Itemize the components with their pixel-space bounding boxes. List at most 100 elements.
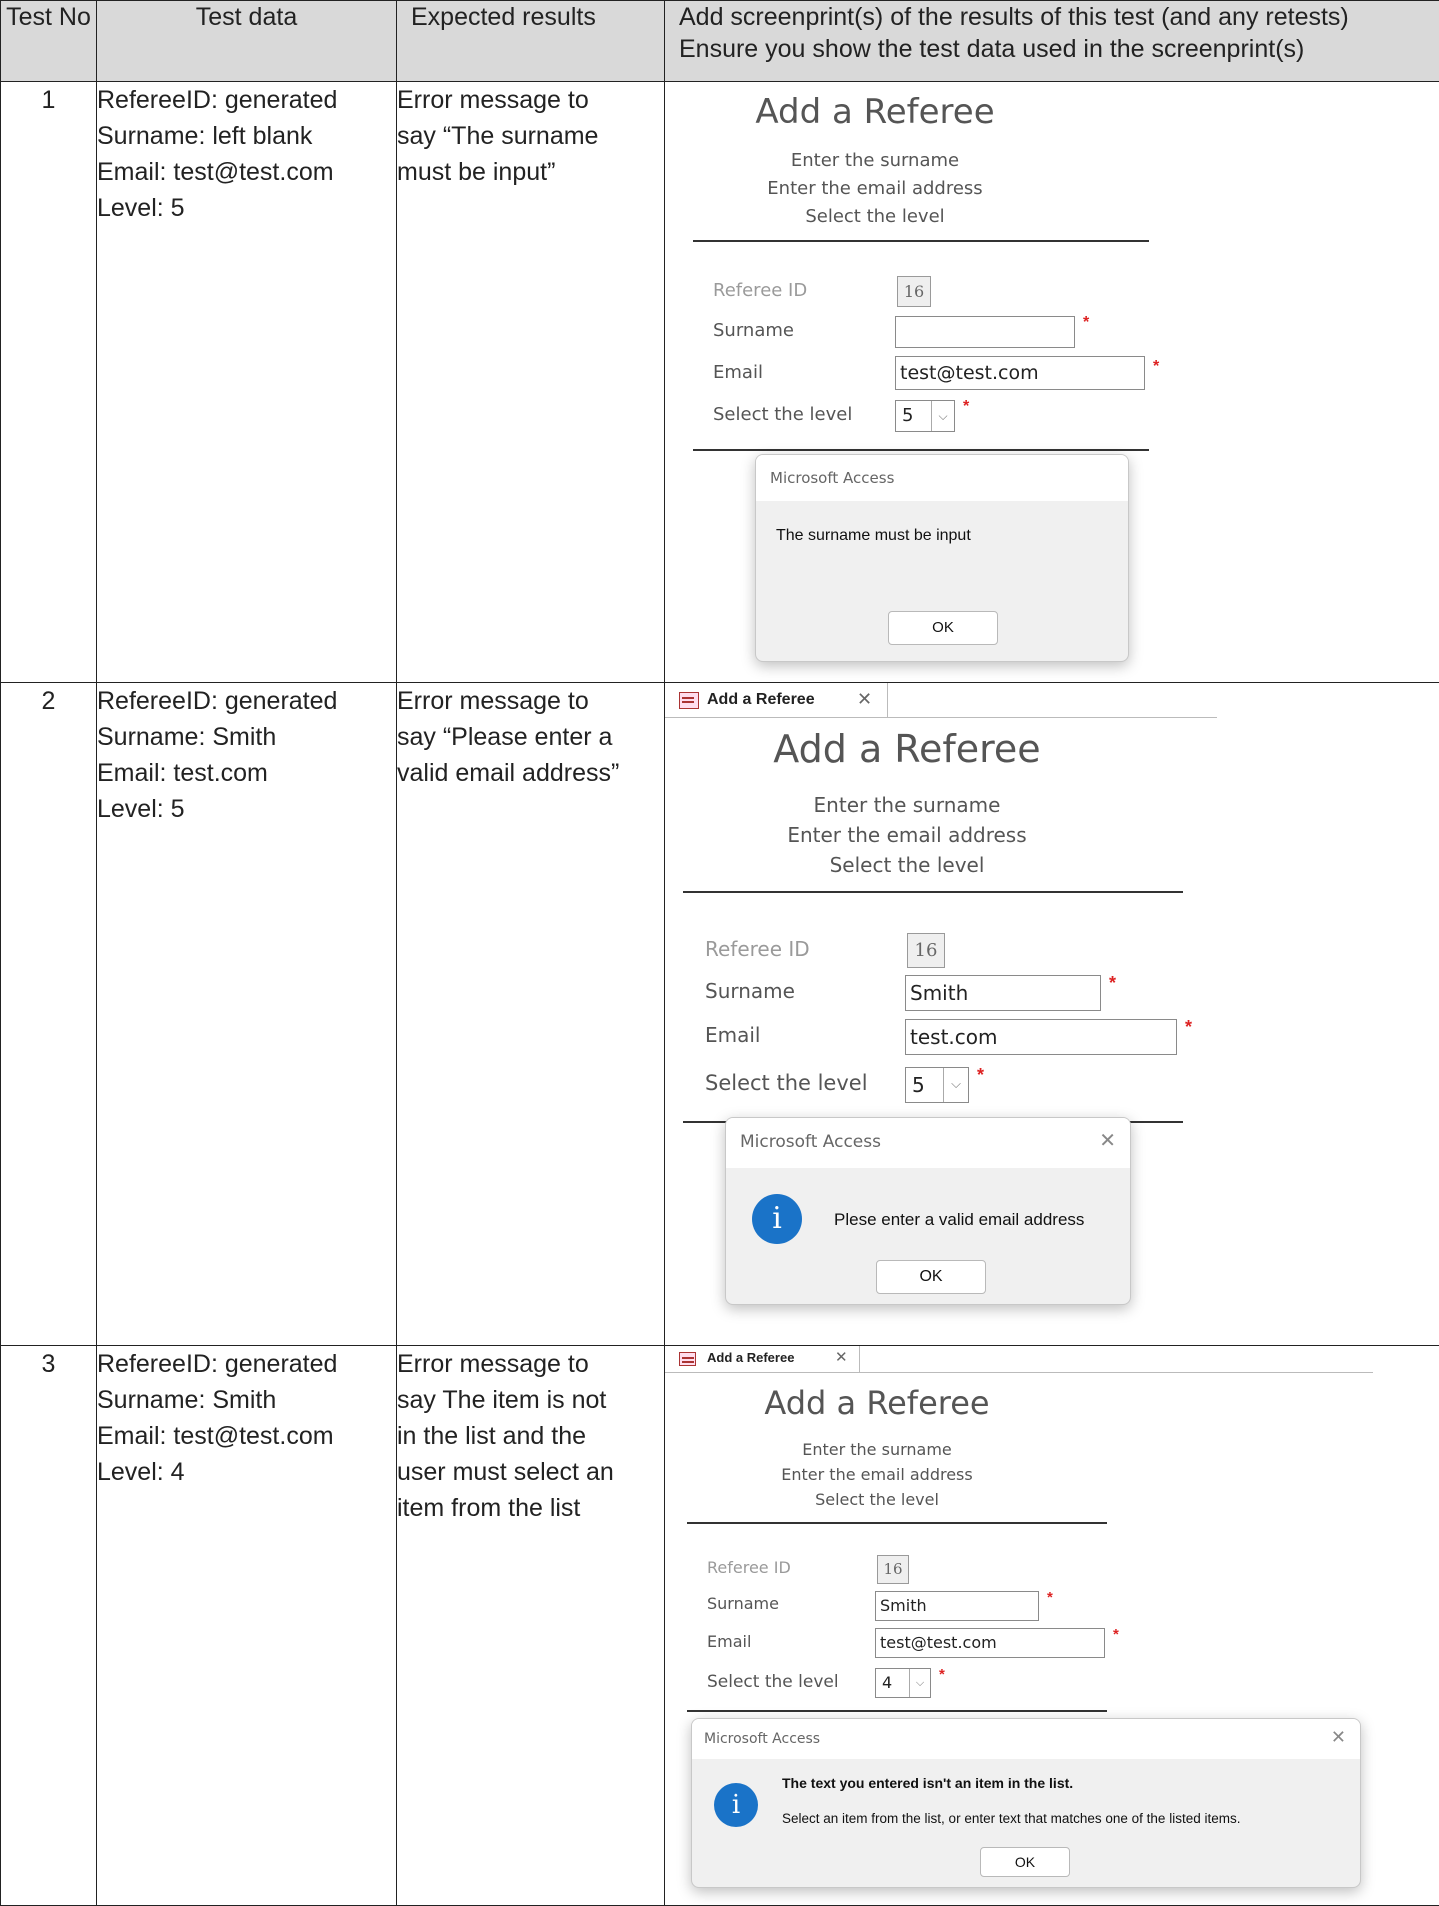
form-divider — [687, 1522, 1107, 1524]
form-instruction: Enter the email address — [725, 823, 1089, 847]
surname-label: Surname — [713, 320, 794, 341]
surname-input[interactable]: Smith — [905, 975, 1101, 1011]
email-label: Email — [713, 362, 763, 383]
form-instruction: Enter the surname — [695, 150, 1055, 171]
dialog-caption: Microsoft Access — [770, 469, 894, 487]
ok-button[interactable]: OK — [980, 1847, 1070, 1877]
dialog-caption: Microsoft Access — [740, 1132, 881, 1152]
test-data-line: RefereeID: generated — [97, 683, 396, 719]
tab-add-a-referee[interactable]: Add a Referee ✕ — [665, 683, 888, 717]
email-label: Email — [707, 1632, 751, 1651]
tab-bar: Add a Referee ✕ — [665, 683, 1217, 718]
dialog-message: Plese enter a valid email address — [834, 1210, 1084, 1230]
expected-results-cell: Error message to say The item is not in … — [397, 1346, 665, 1906]
header-test-no: Test No — [1, 1, 97, 82]
level-select[interactable]: 4 ⌵ — [875, 1668, 931, 1698]
expected-line: say The item is not — [397, 1382, 664, 1418]
test-data-line: Email: test@test.com — [97, 154, 396, 190]
test-number: 3 — [1, 1346, 97, 1906]
referee-id-label: Referee ID — [707, 1558, 791, 1577]
form-title: Add a Referee — [695, 92, 1055, 132]
dialog-message-detail: Select an item from the list, or enter t… — [782, 1811, 1240, 1826]
level-select[interactable]: 5 ⌵ — [895, 400, 955, 432]
expected-line: Error message to — [397, 82, 664, 118]
surname-label: Surname — [707, 1594, 779, 1613]
expected-line: in the list and the — [397, 1418, 664, 1454]
required-marker: * — [1109, 973, 1116, 994]
form-instruction: Select the level — [695, 206, 1055, 227]
required-marker: * — [1153, 358, 1159, 376]
referee-id-field: 16 — [877, 1555, 909, 1584]
table-row: 2 RefereeID: generated Surname: Smith Em… — [1, 683, 1439, 1346]
close-icon[interactable]: ✕ — [1331, 1727, 1346, 1748]
form-divider — [687, 1710, 1107, 1712]
chevron-down-icon[interactable]: ⌵ — [943, 1068, 968, 1102]
form-tab-icon — [679, 692, 699, 709]
email-input[interactable]: test@test.com — [895, 356, 1145, 390]
referee-id-label: Referee ID — [705, 937, 810, 961]
level-value: 5 — [912, 1073, 925, 1097]
close-icon[interactable]: ✕ — [835, 1348, 848, 1366]
chevron-down-icon[interactable]: ⌵ — [931, 401, 954, 431]
expected-line: item from the list — [397, 1490, 664, 1526]
header-screenprint-line2: Ensure you show the test data used in th… — [679, 33, 1439, 65]
info-icon: i — [714, 1783, 758, 1827]
expected-line: Error message to — [397, 683, 664, 719]
test-data-cell: RefereeID: generated Surname: Smith Emai… — [97, 1346, 397, 1906]
test-data-line: Surname: left blank — [97, 118, 396, 154]
form-tab-icon — [679, 1352, 696, 1366]
surname-input[interactable] — [895, 316, 1075, 348]
level-label: Select the level — [707, 1672, 839, 1692]
table-row: 3 RefereeID: generated Surname: Smith Em… — [1, 1346, 1439, 1906]
ok-button[interactable]: OK — [888, 611, 998, 645]
required-marker: * — [1047, 1589, 1053, 1606]
surname-label: Surname — [705, 979, 795, 1003]
test-data-cell: RefereeID: generated Surname: Smith Emai… — [97, 683, 397, 1346]
test-data-line: Level: 4 — [97, 1454, 396, 1490]
screenprint-cell: Add a Referee ✕ Add a Referee Enter the … — [665, 1346, 1439, 1906]
referee-id-label: Referee ID — [713, 280, 807, 301]
ok-button[interactable]: OK — [876, 1260, 986, 1294]
expected-line: say “The surname — [397, 118, 664, 154]
referee-id-field: 16 — [907, 933, 945, 968]
header-screenprint: Add screenprint(s) of the results of thi… — [665, 1, 1439, 82]
dialog-message: The surname must be input — [776, 527, 971, 545]
dialog-message-heading: The text you entered isn't an item in th… — [782, 1775, 1073, 1791]
surname-input[interactable]: Smith — [875, 1591, 1039, 1621]
expected-line: Error message to — [397, 1346, 664, 1382]
screenprint-cell: Add a Referee ✕ Add a Referee Enter the … — [665, 683, 1439, 1346]
form-instruction: Enter the surname — [725, 793, 1089, 817]
level-select[interactable]: 5 ⌵ — [905, 1067, 969, 1103]
required-marker: * — [977, 1065, 984, 1086]
form-instruction: Enter the email address — [705, 1465, 1049, 1484]
required-marker: * — [1083, 314, 1089, 332]
test-data-line: Email: test.com — [97, 755, 396, 791]
email-label: Email — [705, 1023, 761, 1047]
screenprint-cell: Add a Referee Enter the surname Enter th… — [665, 82, 1439, 683]
test-number: 2 — [1, 683, 97, 1346]
email-input[interactable]: test@test.com — [875, 1628, 1105, 1658]
close-icon[interactable]: ✕ — [1099, 1128, 1116, 1152]
screenshot-3: Add a Referee ✕ Add a Referee Enter the … — [665, 1346, 1439, 1906]
expected-results-cell: Error message to say “The surname must b… — [397, 82, 665, 683]
tab-label: Add a Referee — [707, 1350, 794, 1365]
expected-line: valid email address” — [397, 755, 664, 791]
level-label: Select the level — [705, 1071, 868, 1095]
error-dialog: Microsoft Access ✕ i The text you entere… — [691, 1718, 1361, 1888]
close-icon[interactable]: ✕ — [857, 689, 872, 710]
email-input[interactable]: test.com — [905, 1019, 1177, 1055]
required-marker: * — [939, 1666, 945, 1683]
test-data-line: Level: 5 — [97, 190, 396, 226]
form-title: Add a Referee — [705, 1384, 1049, 1422]
screenshot-2: Add a Referee ✕ Add a Referee Enter the … — [665, 683, 1439, 1346]
level-label: Select the level — [713, 404, 852, 425]
test-data-line: Surname: Smith — [97, 719, 396, 755]
table-row: 1 RefereeID: generated Surname: left bla… — [1, 82, 1439, 683]
tab-add-a-referee[interactable]: Add a Referee ✕ — [665, 1346, 860, 1372]
form-divider — [683, 891, 1183, 893]
test-data-line: RefereeID: generated — [97, 82, 396, 118]
chevron-down-icon[interactable]: ⌵ — [909, 1669, 930, 1697]
level-value: 4 — [882, 1673, 892, 1692]
form-instruction: Enter the surname — [705, 1440, 1049, 1459]
form-title: Add a Referee — [725, 727, 1089, 771]
